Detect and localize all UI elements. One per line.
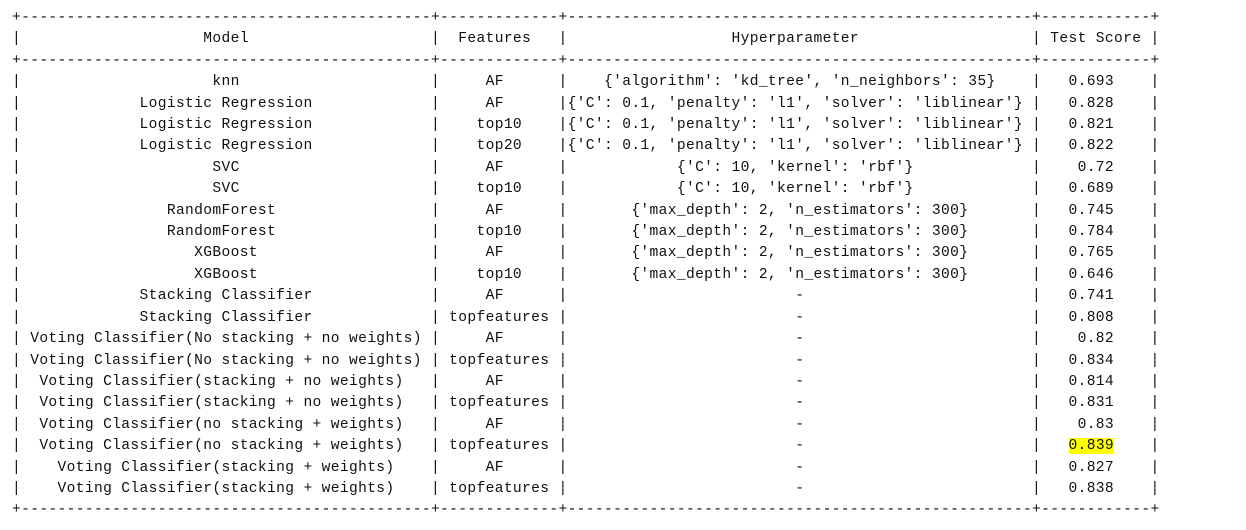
- ascii-table: +---------------------------------------…: [12, 8, 1234, 522]
